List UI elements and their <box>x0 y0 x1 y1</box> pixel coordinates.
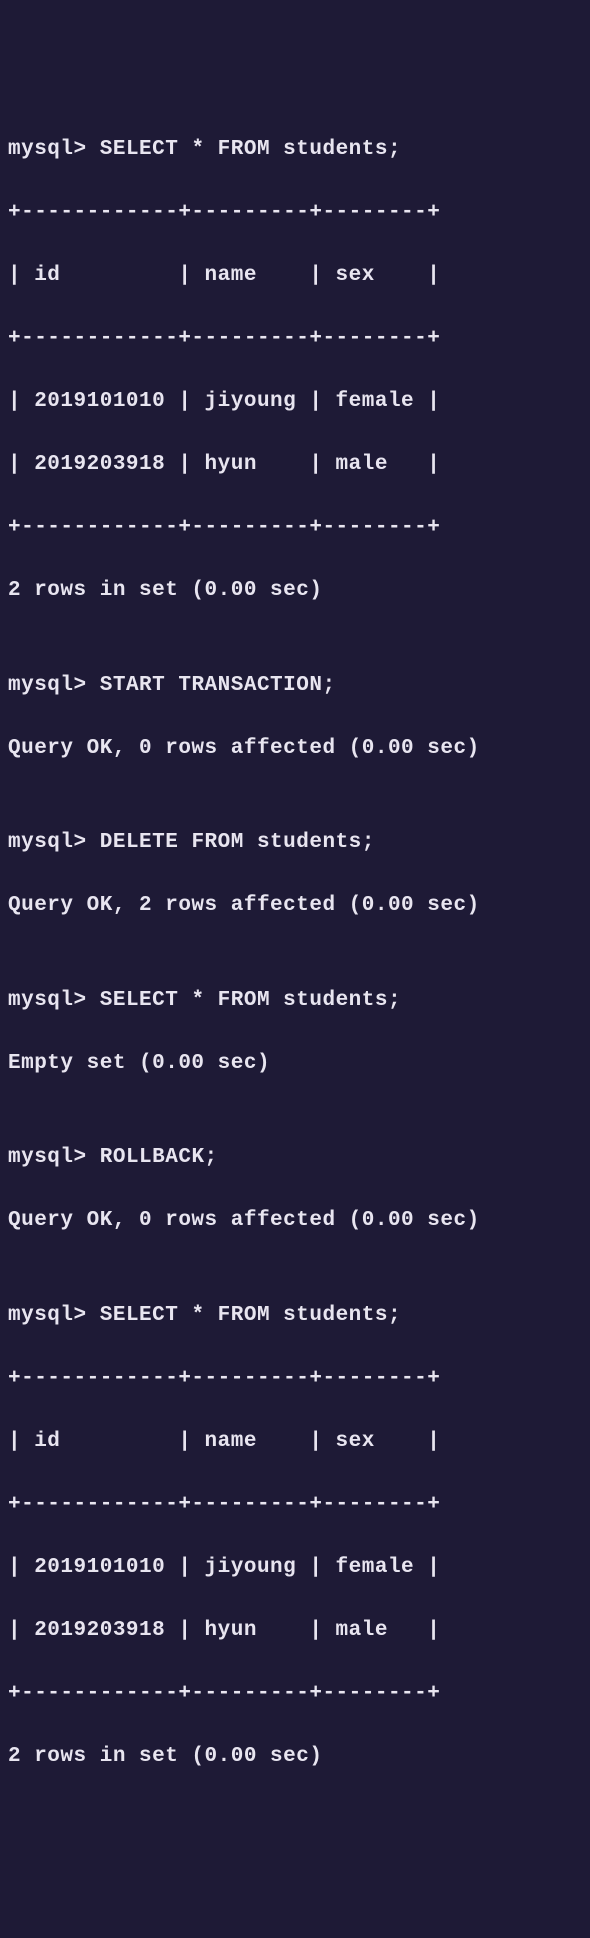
prompt: mysql> <box>8 138 87 161</box>
query-response: Query OK, 0 rows affected (0.00 sec) <box>8 1205 582 1237</box>
table-border: +------------+---------+--------+ <box>8 1363 582 1395</box>
sql-command: SELECT * FROM students; <box>100 1304 401 1327</box>
table-border: +------------+---------+--------+ <box>8 323 582 355</box>
table-row: | 2019101010 | jiyoung | female | <box>8 386 582 418</box>
prompt-line: mysql> SELECT * FROM students; <box>8 985 582 1017</box>
table-row: | 2019203918 | hyun | male | <box>8 449 582 481</box>
table-border: +------------+---------+--------+ <box>8 197 582 229</box>
prompt: mysql> <box>8 1304 87 1327</box>
sql-command: DELETE FROM students; <box>100 831 375 854</box>
sql-command: SELECT * FROM students; <box>100 989 401 1012</box>
prompt: mysql> <box>8 674 87 697</box>
prompt-line: mysql> ROLLBACK; <box>8 1142 582 1174</box>
result-footer: 2 rows in set (0.00 sec) <box>8 575 582 607</box>
prompt: mysql> <box>8 989 87 1012</box>
sql-command: ROLLBACK; <box>100 1146 218 1169</box>
prompt: mysql> <box>8 831 87 854</box>
prompt-line: mysql> SELECT * FROM students; <box>8 134 582 166</box>
table-border: +------------+---------+--------+ <box>8 512 582 544</box>
table-header: | id | name | sex | <box>8 260 582 292</box>
table-row: | 2019101010 | jiyoung | female | <box>8 1552 582 1584</box>
table-border: +------------+---------+--------+ <box>8 1678 582 1710</box>
sql-command: SELECT * FROM students; <box>100 138 401 161</box>
query-response: Query OK, 2 rows affected (0.00 sec) <box>8 890 582 922</box>
prompt-line: mysql> SELECT * FROM students; <box>8 1300 582 1332</box>
table-header: | id | name | sex | <box>8 1426 582 1458</box>
table-row: | 2019203918 | hyun | male | <box>8 1615 582 1647</box>
sql-command: START TRANSACTION; <box>100 674 336 697</box>
query-response: Query OK, 0 rows affected (0.00 sec) <box>8 733 582 765</box>
prompt: mysql> <box>8 1146 87 1169</box>
query-response: Empty set (0.00 sec) <box>8 1048 582 1080</box>
table-border: +------------+---------+--------+ <box>8 1489 582 1521</box>
prompt-line: mysql> START TRANSACTION; <box>8 670 582 702</box>
prompt-line: mysql> DELETE FROM students; <box>8 827 582 859</box>
result-footer: 2 rows in set (0.00 sec) <box>8 1741 582 1773</box>
